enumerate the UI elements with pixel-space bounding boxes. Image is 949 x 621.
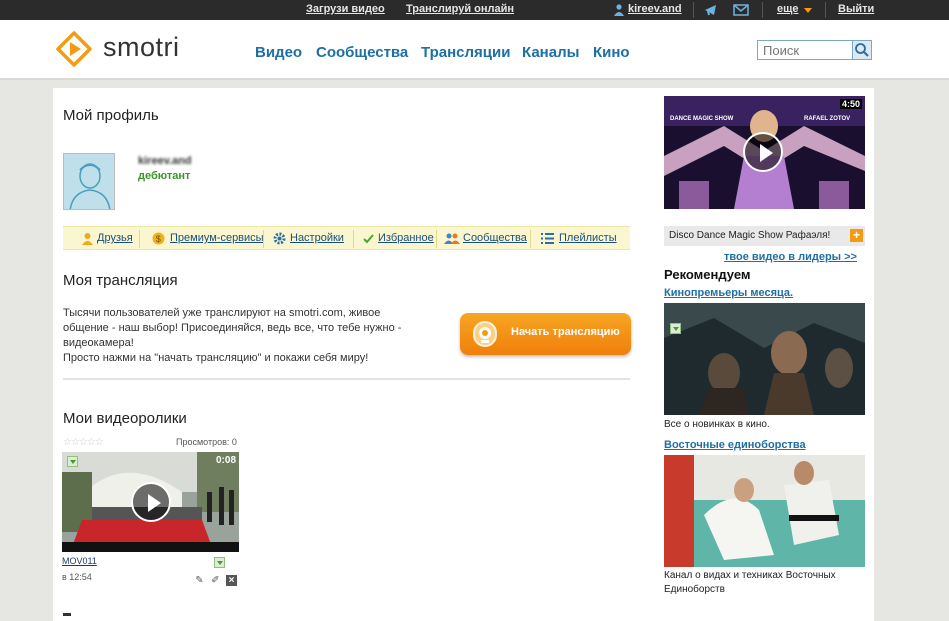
download-icon[interactable] [670,323,681,334]
tab-label: Плейлисты [559,232,617,244]
download-icon[interactable] [67,456,78,467]
movies-thumbnail[interactable] [664,303,865,415]
avatar-image [64,154,114,209]
featured-video-thumbnail[interactable]: DANCE MAGIC SHOW RAFAEL ZOTOV 4:50 [664,96,865,209]
delete-icon[interactable]: × [226,575,237,586]
stream-text-2: Просто нажми на "начать трансляцию" и по… [63,352,369,364]
separator [825,2,826,18]
next-section-heading [63,613,71,616]
separator [263,230,264,248]
tab-label: Избранное [378,232,434,244]
promote-video-link[interactable]: твое видео в лидеры >> [724,251,857,263]
upload-video-link[interactable]: Загрузи видео [306,3,385,15]
friends-icon [82,233,93,245]
rating-stars: ☆☆☆☆☆ [63,437,104,448]
top-bar: Загрузи видео Транслируй онлайн kireev.a… [0,0,949,20]
broadcast-online-link[interactable]: Транслируй онлайн [406,3,514,15]
nav-cinema[interactable]: Кино [593,44,630,61]
tab-label: Сообщества [463,232,527,244]
featured-duration: 4:50 [839,99,862,109]
video-duration: 0:08 [215,455,236,466]
featured-overlay-left: DANCE MAGIC SHOW [670,116,734,122]
list-icon [541,233,554,244]
martial-arts-image [664,455,865,567]
tab-label: Друзья [97,232,133,244]
separator [762,2,763,18]
stream-description: Тысячи пользователей уже транслируют на … [63,306,423,366]
separator [530,230,531,248]
videos-title: Мои видеоролики [63,410,187,427]
featured-overlay-right: RAFAEL ZOTOV [804,116,851,122]
tab-label: Настройки [290,232,344,244]
separator [436,230,437,248]
broadcast-icon[interactable] [703,3,719,17]
stream-text-1: Тысячи пользователей уже транслируют на … [63,307,402,349]
check-icon [363,234,374,244]
profile-title: Мой профиль [63,107,159,124]
featured-caption[interactable]: Disco Dance Magic Show Рафаэля! + [664,226,865,246]
separator [139,230,140,248]
tab-friends[interactable]: Друзья [81,227,133,251]
more-menu[interactable]: еще [777,3,799,15]
play-icon[interactable] [131,482,171,522]
mail-icon[interactable] [733,3,749,17]
video-upload-time: в 12:54 [62,572,92,582]
logo-text[interactable]: smotri [103,32,180,63]
recommend-link-movies[interactable]: Кинопремьеры месяца. [664,287,793,299]
edit-icon[interactable]: ✐ [210,575,221,586]
tab-label: Премиум-сервисы [170,232,264,244]
tab-playlists[interactable]: Плейлисты [541,227,617,251]
tab-communities[interactable]: Сообщества [444,227,527,251]
search-input[interactable] [757,40,853,60]
search-button[interactable] [852,40,872,60]
tab-premium[interactable]: $ Премиум-сервисы [152,227,264,251]
tab-settings[interactable]: Настройки [273,227,344,251]
recommend-title: Рекомендуем [664,267,751,282]
recommend-link-martial-arts[interactable]: Восточные единоборства [664,439,806,451]
pin-icon[interactable]: ✎ [194,575,205,586]
logo-play-icon[interactable] [56,31,92,67]
nav-channels[interactable]: Каналы [522,44,579,61]
add-icon[interactable]: + [850,229,863,242]
movies-image [664,303,865,415]
martial-arts-thumbnail[interactable] [664,455,865,567]
views-count: Просмотров: 0 [176,437,237,447]
coin-icon: $ [152,232,165,245]
separator [353,230,354,248]
start-broadcast-label: Начать трансляцию [511,326,620,338]
svg-text:$: $ [156,234,161,244]
gear-icon [273,232,286,245]
movies-caption: Все о новинках в кино. [664,419,770,430]
tab-favorites[interactable]: Избранное [362,227,434,251]
profile-tabs: Друзья $ Премиум-сервисы Настройки Избра… [63,226,630,250]
martial-arts-caption: Канал о видах и техниках Восточных Едино… [664,570,836,595]
webcam-icon [473,321,497,347]
nav-broadcasts[interactable]: Трансляции [421,44,510,61]
video-thumbnail[interactable]: 0:08 [62,452,239,552]
profile-rank: дебютант [138,170,191,182]
section-divider [63,378,630,380]
separator [693,2,694,18]
profile-username: kireev.and [138,155,192,167]
user-icon [614,4,624,16]
stream-title: Моя трансляция [63,272,178,289]
search-icon [855,43,869,57]
username-link[interactable]: kireev.and [628,3,682,15]
avatar[interactable] [63,153,115,210]
nav-video[interactable]: Видео [255,44,302,61]
video-title-link[interactable]: MOV011 [62,556,97,566]
nav-communities[interactable]: Сообщества [316,44,408,61]
site-header: smotri Видео Сообщества Трансляции Канал… [0,20,949,80]
play-icon[interactable] [743,132,783,172]
start-broadcast-button[interactable]: Начать трансляцию [460,313,631,355]
logout-link[interactable]: Выйти [838,3,874,15]
chevron-down-icon[interactable] [804,8,812,13]
group-icon [444,233,460,244]
featured-caption-text: Disco Dance Magic Show Рафаэля! [669,230,831,241]
download-icon[interactable] [214,557,225,568]
